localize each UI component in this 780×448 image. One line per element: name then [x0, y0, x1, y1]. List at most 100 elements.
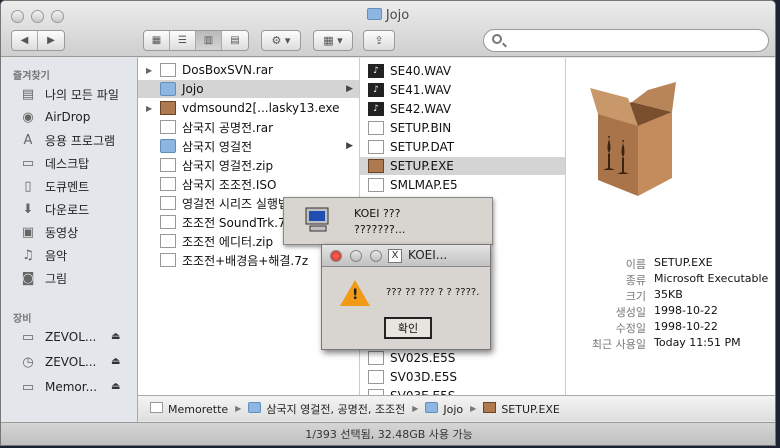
sidebar-item-device[interactable]: ▭ ZEVOL...	[19, 326, 97, 348]
path-segment-label: SETUP.EXE	[501, 402, 560, 416]
icon-view-icon: ▦	[151, 35, 162, 46]
path-segment[interactable]: Memorette	[150, 401, 228, 416]
eject-icon[interactable]: ⏏	[111, 331, 120, 342]
document-icon	[160, 234, 176, 248]
coverflow-view-button[interactable]: ▤	[222, 31, 248, 50]
sidebar-item-label: 나의 모든 파일	[45, 87, 119, 102]
file-list-item[interactable]: SETUP.BIN	[360, 119, 565, 137]
sidebar-item-favorite[interactable]: ⬇ 다운로드	[19, 198, 90, 220]
file-list-item[interactable]: ♪ SE40.WAV	[360, 62, 565, 80]
dialog-title: KOEI...	[408, 248, 448, 262]
info-label: 이름	[625, 258, 646, 271]
computer-icon	[305, 207, 329, 232]
error-dialog: X KOEI... ! ??? ?? ??? ? ? ????. 확인	[321, 244, 491, 350]
sidebar-item-label: ZEVOL...	[45, 355, 97, 369]
desktop-icon: ▭	[21, 155, 35, 171]
file-list-item[interactable]: SV03E.E5S	[360, 387, 565, 395]
koei-installer-window[interactable]: KOEI ??? ???????...	[283, 197, 493, 245]
path-segment-label: Jojo	[443, 402, 464, 416]
sidebar-item-favorite[interactable]: ▯ 도큐멘트	[19, 175, 89, 197]
folder-icon	[248, 401, 262, 413]
file-list-item[interactable]: 삼국지 공명전.rar	[138, 118, 359, 136]
folder-arrow-icon: ▶	[346, 141, 353, 151]
file-name: DosBoxSVN.rar	[182, 63, 273, 77]
file-list-item[interactable]: SETUP.DAT	[360, 138, 565, 156]
column-view-button[interactable]: ▥	[196, 31, 222, 50]
file-list-item[interactable]: 삼국지 영걸전 ▶	[138, 137, 359, 155]
info-value: 1998-10-22	[654, 304, 718, 317]
info-label: 생성일	[615, 306, 646, 319]
file-list-item[interactable]: SV03D.E5S	[360, 368, 565, 386]
sidebar-item-device[interactable]: ▭ Memor...	[19, 376, 97, 398]
path-segment[interactable]: SETUP.EXE	[483, 401, 560, 416]
status-bar: 1/393 선택됨, 32.48GB 사용 가능	[1, 422, 775, 445]
folder-icon	[160, 82, 176, 96]
dialog-titlebar: X KOEI...	[322, 245, 490, 267]
sidebar-item-favorite[interactable]: ◉ AirDrop	[19, 106, 90, 128]
file-name: 삼국지 영걸전	[182, 139, 253, 154]
info-value: SETUP.EXE	[654, 256, 713, 269]
file-name: SMLMAP.E5	[390, 178, 458, 192]
document-icon	[368, 121, 384, 135]
file-list-item[interactable]: ▶ DosBoxSVN.rar	[138, 61, 359, 79]
sidebar-item-favorite[interactable]: ◙ 그림	[19, 267, 67, 289]
sidebar-item-favorite[interactable]: A 응용 프로그램	[19, 129, 116, 151]
list-view-button[interactable]: ☰	[170, 31, 196, 50]
file-name: 삼국지 공명전.rar	[182, 120, 274, 135]
file-list-item[interactable]: ♪ SE42.WAV	[360, 100, 565, 118]
share-button[interactable]: ⇪	[363, 30, 395, 51]
airdrop-icon: ◉	[22, 109, 34, 125]
file-list-item[interactable]: SMLMAP.E5	[360, 176, 565, 194]
sidebar-item-device[interactable]: ◷ ZEVOL...	[19, 351, 96, 373]
file-name: 삼국지 영걸전.zip	[182, 158, 274, 173]
disclosure-triangle-icon[interactable]: ▶	[146, 104, 152, 113]
disk-icon: ▭	[21, 379, 35, 395]
path-bar: Memorette ▶ 삼국지 영걸전, 공명전, 조조전 ▶ Jojo ▶ SETUP.E…	[138, 395, 775, 421]
file-list-item[interactable]: SETUP.EXE	[360, 157, 565, 175]
search-input[interactable]	[483, 29, 769, 52]
ok-button[interactable]: 확인	[384, 317, 432, 339]
file-list-item[interactable]: 삼국지 영걸전.zip	[138, 156, 359, 174]
eject-icon[interactable]: ⏏	[111, 356, 120, 367]
file-list-item[interactable]: Jojo ▶	[138, 80, 359, 98]
sidebar-item-favorite[interactable]: ▤ 나의 모든 파일	[19, 83, 119, 105]
info-value: Microsoft Executable	[654, 272, 769, 285]
sidebar-item-favorite[interactable]: ▭ 데스크탑	[19, 152, 89, 174]
view-switcher: ▦ ☰ ▥ ▤	[143, 30, 249, 51]
document-icon	[160, 63, 176, 77]
package-box-icon	[590, 82, 676, 196]
document-icon	[368, 140, 384, 154]
info-value: Today 11:51 PM	[654, 336, 741, 349]
file-name: SETUP.BIN	[390, 121, 452, 135]
sidebar-item-favorite[interactable]: ▣ 동영상	[19, 221, 78, 243]
file-list-item[interactable]: ♪ SE41.WAV	[360, 81, 565, 99]
file-list-item[interactable]: 삼국지 조조전.ISO	[138, 175, 359, 193]
document-icon	[368, 351, 384, 365]
eject-icon[interactable]: ⏏	[111, 381, 120, 392]
sidebar-item-label: 동영상	[45, 225, 79, 240]
dialog-minimize-button[interactable]	[350, 250, 362, 262]
disclosure-triangle-icon[interactable]: ▶	[146, 66, 152, 75]
file-list-item[interactable]: ▶ vdmsound2[...lasky13.exe	[138, 99, 359, 117]
koei-line-2: ???????...	[354, 223, 406, 236]
path-segment[interactable]: Jojo	[425, 401, 464, 416]
toolbar: Jojo ◀ ▶ ▦ ☰ ▥ ▤ ⚙ ▾ ▦ ▾ ⇪	[1, 1, 775, 57]
sidebar-item-label: 음악	[45, 248, 68, 263]
box-icon	[483, 401, 497, 413]
sidebar-item-favorite[interactable]: ♫ 음악	[19, 244, 67, 266]
file-name: 삼국지 조조전.ISO	[182, 177, 277, 192]
file-list-item[interactable]: SV02S.E5S	[360, 349, 565, 367]
dialog-zoom-button[interactable]	[370, 250, 382, 262]
path-segment[interactable]: 삼국지 영걸전, 공명전, 조조전	[248, 401, 405, 417]
info-label: 수정일	[615, 322, 646, 335]
package-icon	[160, 101, 176, 115]
forward-arrow-icon: ▶	[47, 35, 55, 46]
arrange-button[interactable]: ▦ ▾	[313, 30, 353, 51]
file-name: vdmsound2[...lasky13.exe	[182, 101, 340, 115]
back-button[interactable]: ◀	[12, 31, 38, 50]
action-button[interactable]: ⚙ ▾	[261, 30, 301, 51]
forward-button[interactable]: ▶	[38, 31, 64, 50]
dialog-close-button[interactable]	[330, 250, 342, 262]
icon-view-button[interactable]: ▦	[144, 31, 170, 50]
info-label: 크기	[625, 290, 646, 303]
